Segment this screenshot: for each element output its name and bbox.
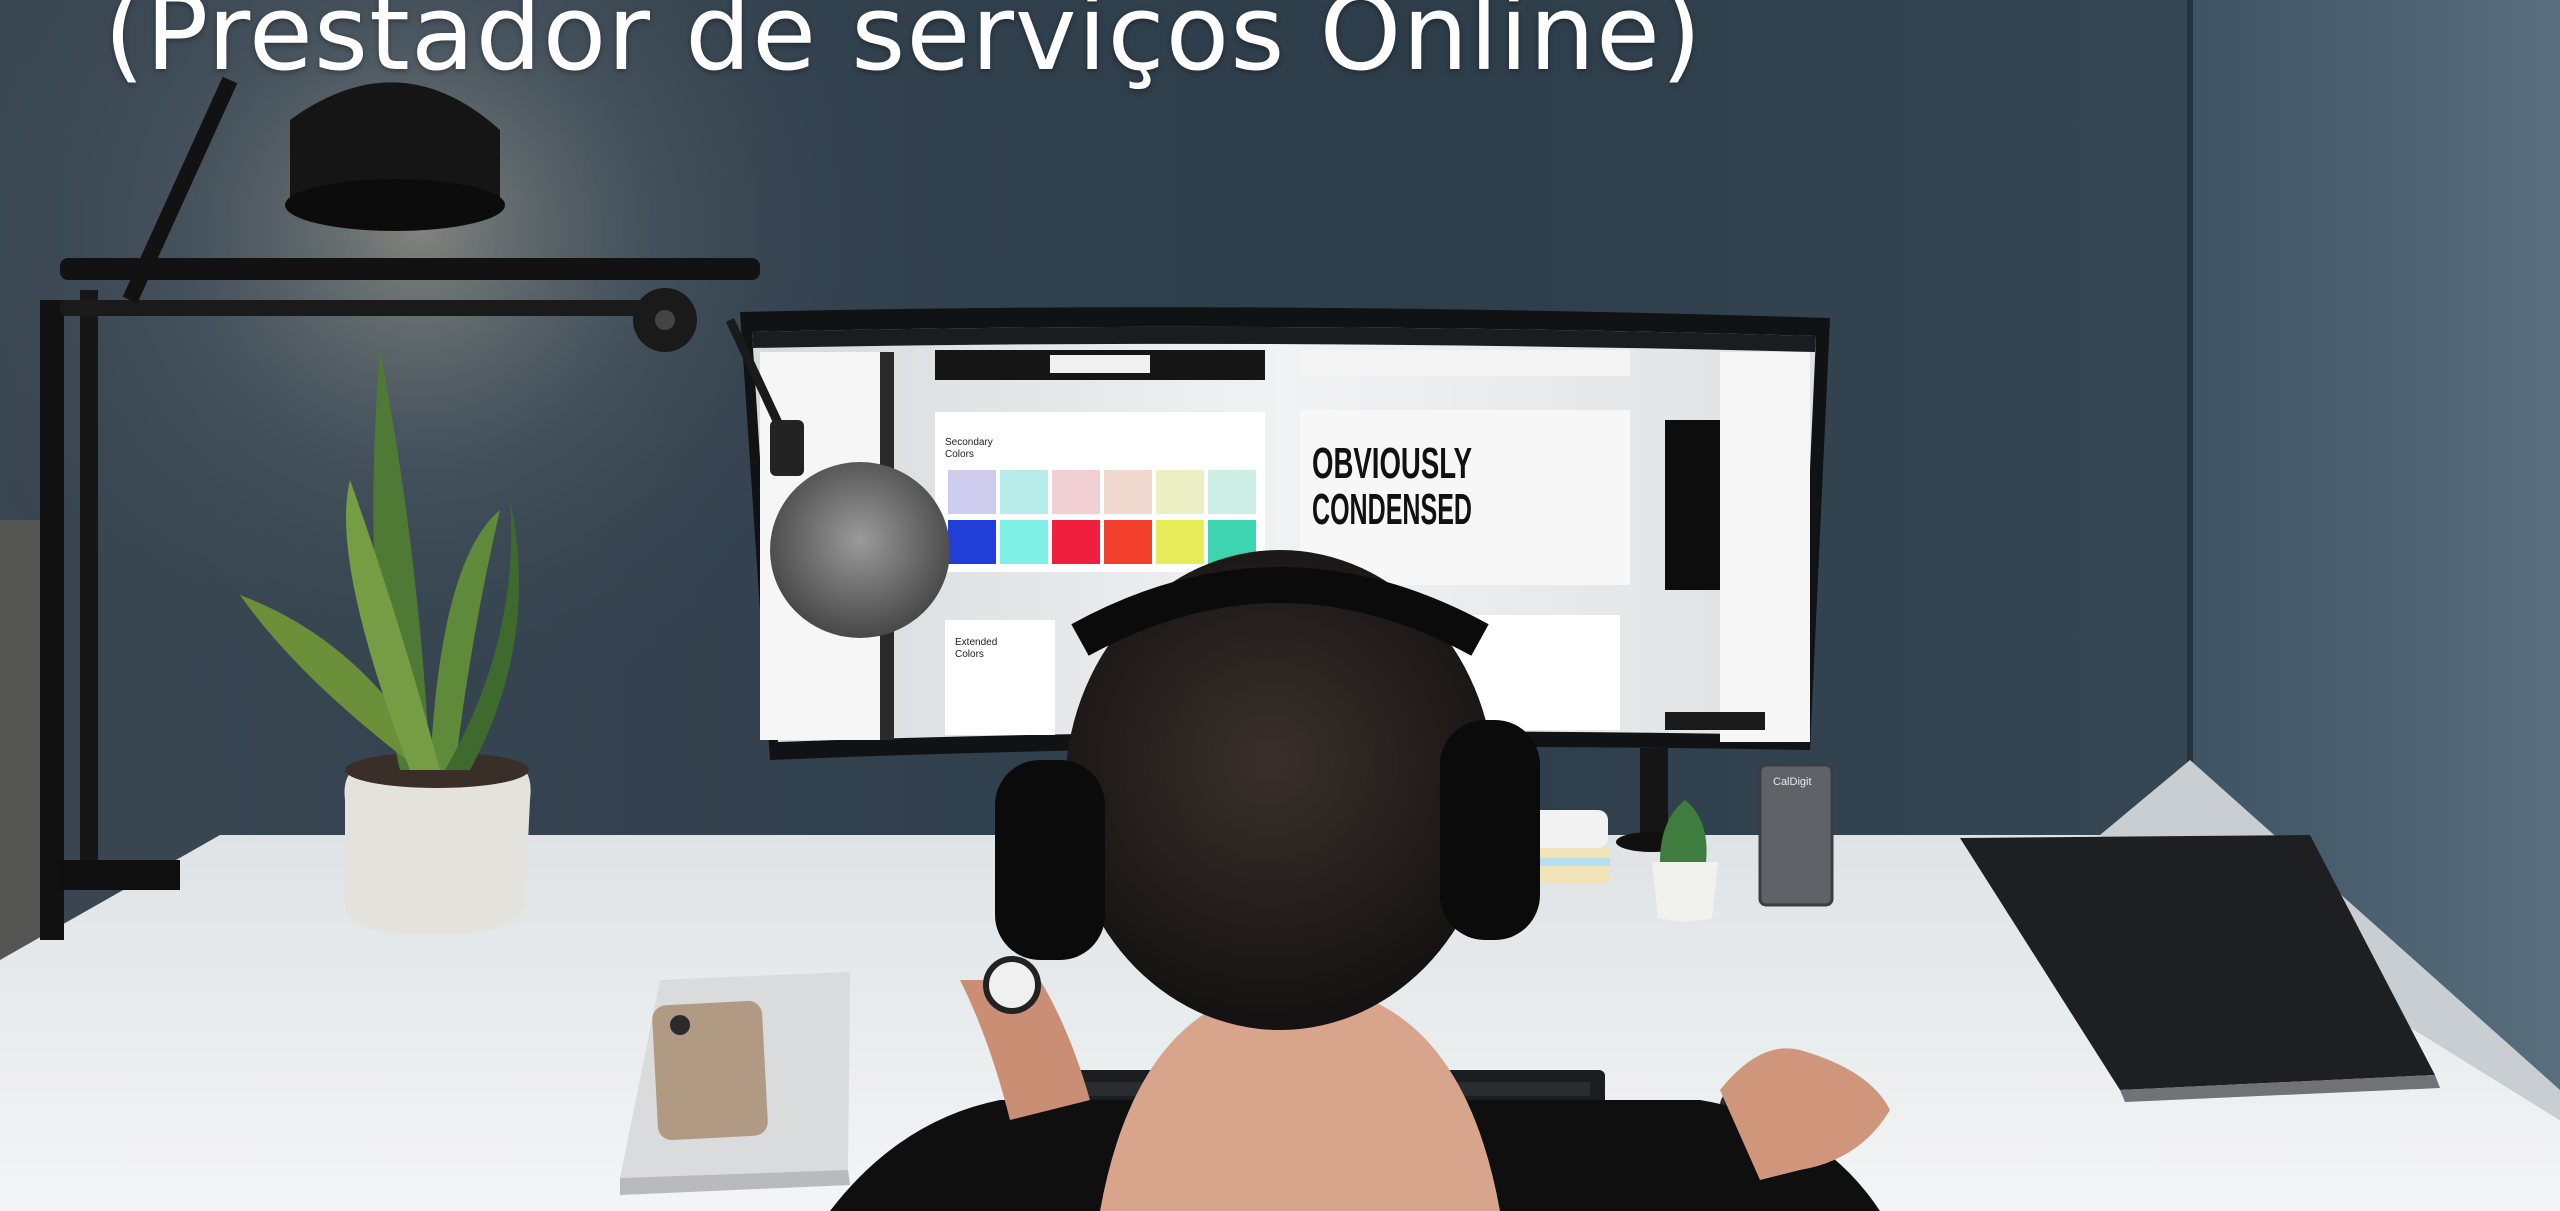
extended-colors-label-2: Colors [955, 649, 984, 660]
color-swatch [1000, 520, 1048, 564]
color-swatch [1208, 470, 1256, 514]
photo-scene: Secondary Colors OBVIOUSLY CONDENSED Ext… [0, 0, 2560, 1211]
scene-illustration: Secondary Colors OBVIOUSLY CONDENSED Ext… [0, 0, 2560, 1211]
color-swatch [1052, 470, 1100, 514]
color-swatch [948, 470, 996, 514]
extended-colors-label-1: Extended [955, 637, 997, 648]
dock-label: CalDigit [1773, 776, 1812, 788]
color-swatch [1000, 470, 1048, 514]
big-type-line2: CONDENSED [1312, 485, 1472, 534]
headline: (Prestador de serviços Online) [104, 0, 1703, 94]
color-swatch [1156, 470, 1204, 514]
secondary-colors-label-2: Colors [945, 449, 974, 460]
color-swatch [1156, 520, 1204, 564]
color-swatch [1104, 470, 1152, 514]
big-type-line1: OBVIOUSLY [1312, 439, 1472, 488]
color-swatch [1104, 520, 1152, 564]
secondary-colors-label-1: Secondary [945, 437, 993, 448]
color-swatch [948, 520, 996, 564]
color-swatch [1052, 520, 1100, 564]
